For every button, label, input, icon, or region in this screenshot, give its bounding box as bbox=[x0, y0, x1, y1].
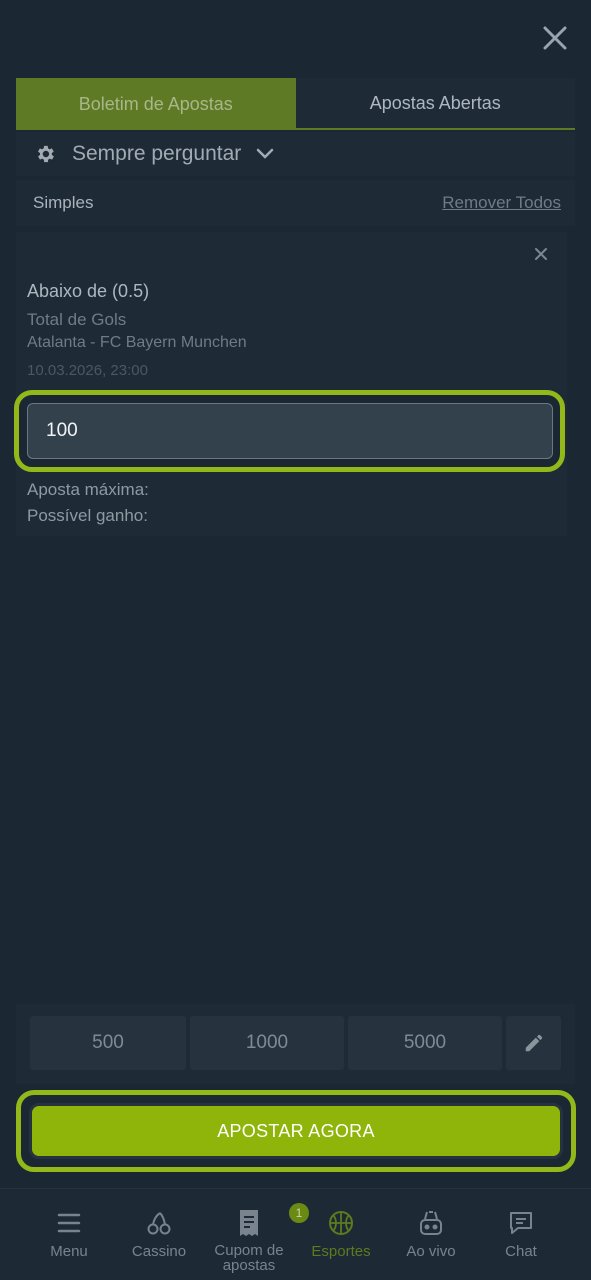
market-name: Total de Gols bbox=[27, 310, 127, 329]
slip-type-label: Simples bbox=[33, 193, 94, 212]
match-name: Atalanta - FC Bayern Munchen bbox=[27, 334, 247, 351]
nav-label: Ao vivo bbox=[406, 1243, 456, 1260]
bet-card: Abaixo de (0.5) Total de Gols Atalanta -… bbox=[14, 232, 567, 536]
remove-all-link[interactable]: Remover Todos bbox=[442, 193, 561, 213]
nav-chat[interactable]: Chat bbox=[476, 1209, 566, 1260]
possible-win-label: Possível ganho: bbox=[27, 506, 148, 525]
max-stake-label: Aposta máxima: bbox=[27, 480, 149, 499]
menu-icon bbox=[57, 1209, 81, 1237]
nav-esportes[interactable]: Esportes bbox=[296, 1209, 386, 1260]
close-button[interactable] bbox=[539, 22, 571, 54]
stake-highlight bbox=[14, 390, 565, 472]
nav-cupom[interactable]: 1 Cupom de apostas bbox=[204, 1203, 309, 1274]
match-datetime: 10.03.2026, 23:00 bbox=[27, 362, 148, 379]
gear-icon bbox=[34, 143, 56, 165]
chat-icon bbox=[508, 1209, 534, 1237]
nav-label: Cupom de apostas bbox=[214, 1242, 284, 1274]
tab-apostas-abertas[interactable]: Apostas Abertas bbox=[295, 78, 575, 130]
nav-label: Chat bbox=[505, 1243, 537, 1260]
slip-type-row: Simples Remover Todos bbox=[16, 180, 575, 226]
quick-stake-row: 500 1000 5000 bbox=[16, 1004, 575, 1084]
edit-stakes-button[interactable] bbox=[506, 1016, 561, 1070]
selection-title: Abaixo de (0.5) bbox=[27, 281, 150, 301]
cherries-icon bbox=[146, 1209, 172, 1237]
place-bet-button[interactable]: APOSTAR AGORA bbox=[29, 1103, 563, 1159]
close-icon bbox=[535, 248, 547, 260]
nav-ao-vivo[interactable]: Ao vivo bbox=[386, 1209, 476, 1260]
nav-label: Menu bbox=[50, 1243, 88, 1260]
chevron-down-icon bbox=[255, 144, 275, 164]
nav-label: Cassino bbox=[131, 1243, 187, 1260]
quick-stake-5000[interactable]: 5000 bbox=[348, 1016, 502, 1070]
quick-stake-500[interactable]: 500 bbox=[30, 1016, 186, 1070]
receipt-icon: 1 bbox=[237, 1203, 309, 1237]
close-icon bbox=[543, 26, 567, 50]
place-bet-highlight: APOSTAR AGORA bbox=[16, 1090, 576, 1172]
live-icon bbox=[418, 1209, 444, 1237]
nav-menu[interactable]: Menu bbox=[24, 1209, 114, 1260]
settings-label: Sempre perguntar bbox=[72, 142, 242, 165]
bottom-nav: Menu Cassino 1 Cupom de apostas Esportes… bbox=[0, 1188, 591, 1280]
quick-stake-1000[interactable]: 1000 bbox=[190, 1016, 344, 1070]
betslip-tabs: Boletim de Apostas Apostas Abertas bbox=[16, 78, 575, 130]
nav-cassino[interactable]: Cassino bbox=[114, 1209, 204, 1260]
stake-input[interactable] bbox=[27, 403, 553, 459]
pencil-icon bbox=[525, 1034, 542, 1052]
nav-label: Esportes bbox=[311, 1243, 371, 1260]
basketball-icon bbox=[328, 1209, 354, 1237]
tab-boletim[interactable]: Boletim de Apostas bbox=[16, 78, 296, 130]
remove-bet-button[interactable] bbox=[531, 244, 551, 264]
odds-change-setting[interactable]: Sempre perguntar bbox=[16, 132, 575, 176]
